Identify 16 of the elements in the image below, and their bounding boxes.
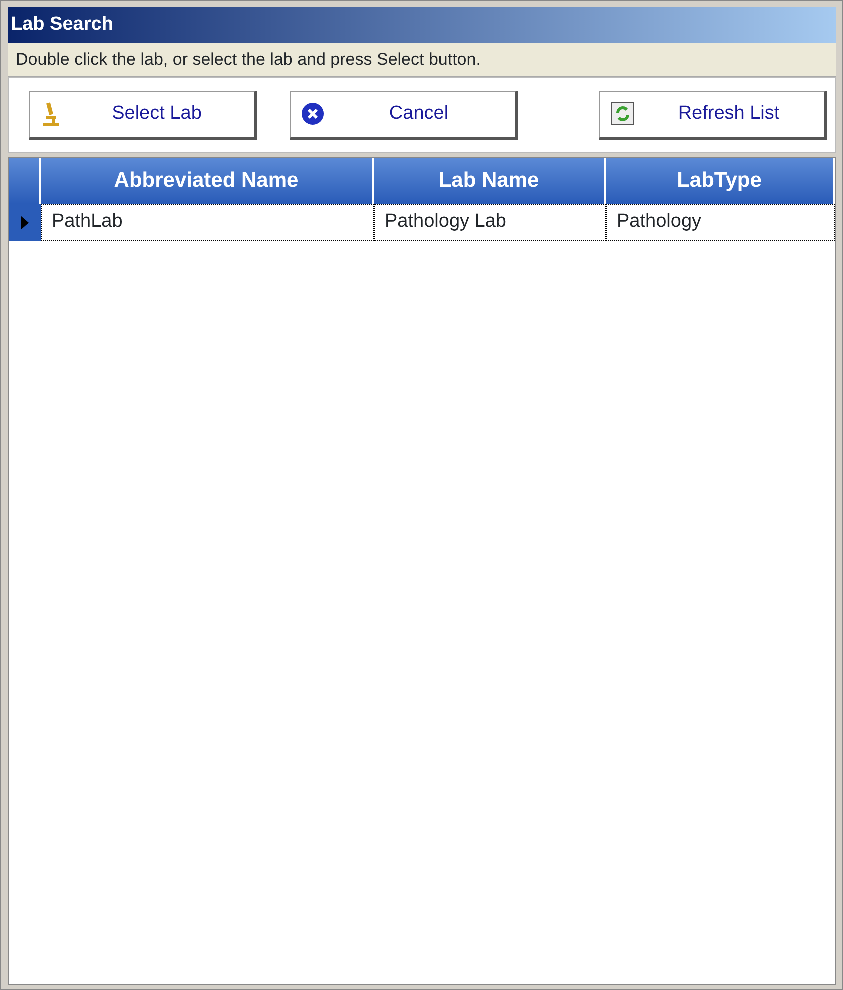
- column-header[interactable]: Abbreviated Name: [41, 158, 374, 204]
- column-header[interactable]: Lab Name: [374, 158, 606, 204]
- window-title: Lab Search: [8, 7, 836, 43]
- toolbar-button[interactable]: Cancel: [290, 90, 518, 140]
- row-header[interactable]: [9, 204, 41, 241]
- microscope-icon: [40, 101, 62, 127]
- column-header[interactable]: LabType: [606, 158, 835, 204]
- toolbar-button[interactable]: Select Lab: [29, 90, 257, 140]
- table-cell[interactable]: PathLab: [41, 204, 374, 241]
- table-cell[interactable]: Pathology Lab: [374, 204, 606, 241]
- cancel-icon: [301, 102, 325, 126]
- table-cell[interactable]: Pathology: [606, 204, 835, 241]
- instruction-text: Double click the lab, or select the lab and press Select button.: [8, 43, 836, 77]
- arrow-icon: [20, 214, 30, 230]
- refresh-icon: [610, 101, 636, 127]
- toolbar-button[interactable]: Refresh List: [599, 90, 827, 140]
